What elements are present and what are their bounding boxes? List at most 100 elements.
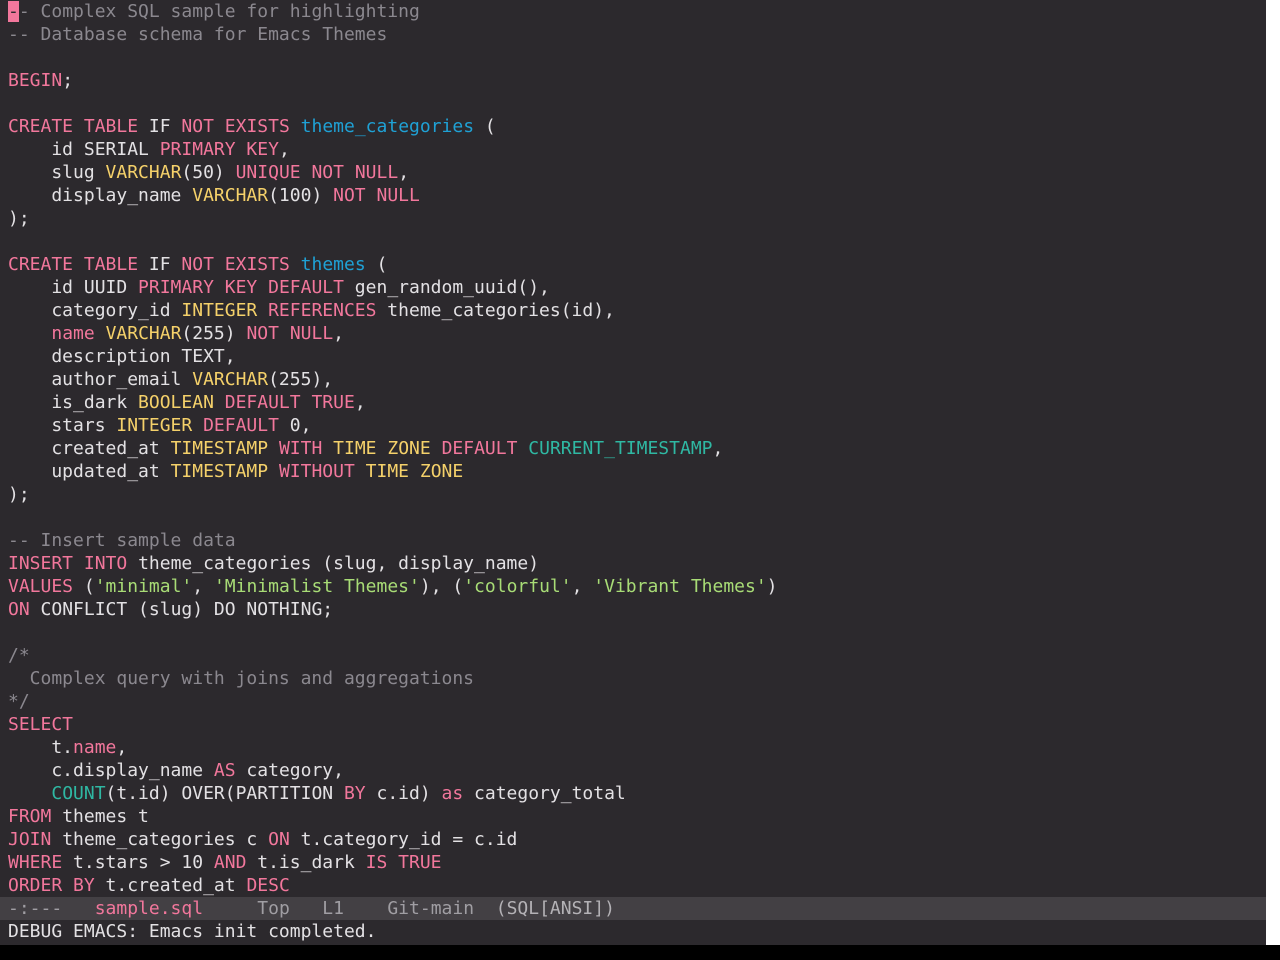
code-token-plain: ; [62,70,74,91]
code-line[interactable]: CREATE TABLE IF NOT EXISTS theme_categor… [8,115,1266,138]
modeline-buffer-name[interactable]: sample.sql [95,898,203,919]
code-line[interactable] [8,506,1266,529]
code-token-plain: (50) [181,162,236,183]
code-line[interactable]: -- Database schema for Emacs Themes [8,23,1266,46]
modeline-vc-branch[interactable]: Git-main [387,898,474,919]
code-line[interactable]: name VARCHAR(255) NOT NULL, [8,322,1266,345]
code-line[interactable] [8,230,1266,253]
code-token-name: themes [300,254,366,275]
code-line[interactable]: INSERT INTO theme_categories (slug, disp… [8,552,1266,575]
code-line[interactable]: -- Complex SQL sample for highlighting [8,0,1266,23]
code-token-plain: id UUID [8,277,139,298]
code-line[interactable]: t.name, [8,736,1266,759]
code-token-keyword: VALUES [8,576,74,597]
code-token-keyword: CREATE [8,254,74,275]
code-line[interactable]: CREATE TABLE IF NOT EXISTS themes ( [8,253,1266,276]
code-token-plain: category, [235,760,344,781]
code-token-comment: -- Insert sample data [8,530,236,551]
code-token-keyword: PRIMARY [138,277,214,298]
code-token-keyword: EXISTS [224,116,290,137]
editor-buffer[interactable]: -- Complex SQL sample for highlighting --… [0,0,1266,896]
code-line[interactable]: author_email VARCHAR(255), [8,368,1266,391]
code-token-keyword: NOT [181,116,214,137]
code-token-keyword: NOT [333,185,366,206]
code-line[interactable]: id SERIAL PRIMARY KEY, [8,138,1266,161]
code-token-plain: (255), [268,369,334,390]
code-token-plain: theme_categories(id), [376,300,615,321]
code-token-comment: -- Database schema for Emacs Themes [8,24,388,45]
code-token-type: VARCHAR [192,369,269,390]
code-line[interactable]: updated_at TIMESTAMP WITHOUT TIME ZONE [8,460,1266,483]
code-line[interactable] [8,621,1266,644]
code-token-plain: , [192,576,214,597]
code-line[interactable]: /* [8,644,1266,667]
code-line[interactable]: WHERE t.stars > 10 AND t.is_dark IS TRUE [8,851,1266,874]
code-token-keyword: TRUE [311,392,355,413]
code-token-plain: themes t [51,806,149,827]
code-token-type: INTEGER [181,300,258,321]
code-line[interactable]: ); [8,483,1266,506]
code-token-keyword: DEFAULT [441,438,518,459]
code-token-builtin: CURRENT_TIMESTAMP [528,438,713,459]
code-line[interactable]: BEGIN; [8,69,1266,92]
code-token-type: TIMESTAMP [170,438,269,459]
code-line[interactable]: id UUID PRIMARY KEY DEFAULT gen_random_u… [8,276,1266,299]
code-token-keyword: NULL [376,185,420,206]
code-line[interactable]: category_id INTEGER REFERENCES theme_cat… [8,299,1266,322]
code-line[interactable] [8,46,1266,69]
code-line[interactable]: Complex query with joins and aggregation… [8,667,1266,690]
code-line[interactable]: description TEXT, [8,345,1266,368]
code-token-type: INTEGER [116,415,193,436]
code-token-plain: theme_categories (slug, display_name) [127,553,540,574]
code-line[interactable]: VALUES ('minimal', 'Minimalist Themes'),… [8,575,1266,598]
code-line[interactable]: SELECT [8,713,1266,736]
code-token-keyword: TABLE [83,116,139,137]
code-line[interactable]: FROM themes t [8,805,1266,828]
code-token-comment: /* [8,645,30,666]
code-token-plain: t. [8,737,74,758]
code-line[interactable]: is_dark BOOLEAN DEFAULT TRUE, [8,391,1266,414]
code-token-string: 'Vibrant Themes' [593,576,767,597]
code-line[interactable]: ON CONFLICT (slug) DO NOTHING; [8,598,1266,621]
code-token-keyword: ON [268,829,290,850]
code-token-plain: ) [766,576,778,597]
code-line[interactable]: JOIN theme_categories c ON t.category_id… [8,828,1266,851]
code-token-plain: ); [8,208,30,229]
code-token-plain: t.category_id = c.id [289,829,518,850]
code-token-plain: display_name [8,185,193,206]
code-line[interactable]: */ [8,690,1266,713]
code-token-plain: , [712,438,724,459]
code-token-plain: id SERIAL [8,139,160,160]
code-token-comment: Complex query with joins and aggregation… [8,668,474,689]
code-token-plain: category_total [463,783,626,804]
code-line[interactable]: stars INTEGER DEFAULT 0, [8,414,1266,437]
code-token-keyword: ON [8,599,30,620]
code-line[interactable]: c.display_name AS category, [8,759,1266,782]
code-line[interactable]: slug VARCHAR(50) UNIQUE NOT NULL, [8,161,1266,184]
code-token-plain: 0, [278,415,312,436]
code-token-keyword: BY [343,783,366,804]
code-token-keyword: WHERE [8,852,63,873]
code-token-plain: ( [73,576,95,597]
code-line[interactable] [8,92,1266,115]
code-line[interactable]: -- Insert sample data [8,529,1266,552]
code-line[interactable]: created_at TIMESTAMP WITH TIME ZONE DEFA… [8,437,1266,460]
code-line[interactable]: COUNT(t.id) OVER(PARTITION BY c.id) as c… [8,782,1266,805]
code-line[interactable]: ); [8,207,1266,230]
code-token-plain: , [354,392,366,413]
code-line[interactable]: ORDER BY t.created_at DESC [8,874,1266,896]
echo-message: DEBUG EMACS: Emacs init completed. [8,921,377,942]
modeline-major-mode[interactable]: (SQL[ANSI]) [496,898,615,919]
modeline-line-number: L1 [322,898,344,919]
code-line[interactable]: display_name VARCHAR(100) NOT NULL [8,184,1266,207]
code-token-keyword: KEY [246,139,279,160]
emacs-frame: -- Complex SQL sample for highlighting --… [0,0,1266,945]
code-token-plain: IF [138,254,182,275]
